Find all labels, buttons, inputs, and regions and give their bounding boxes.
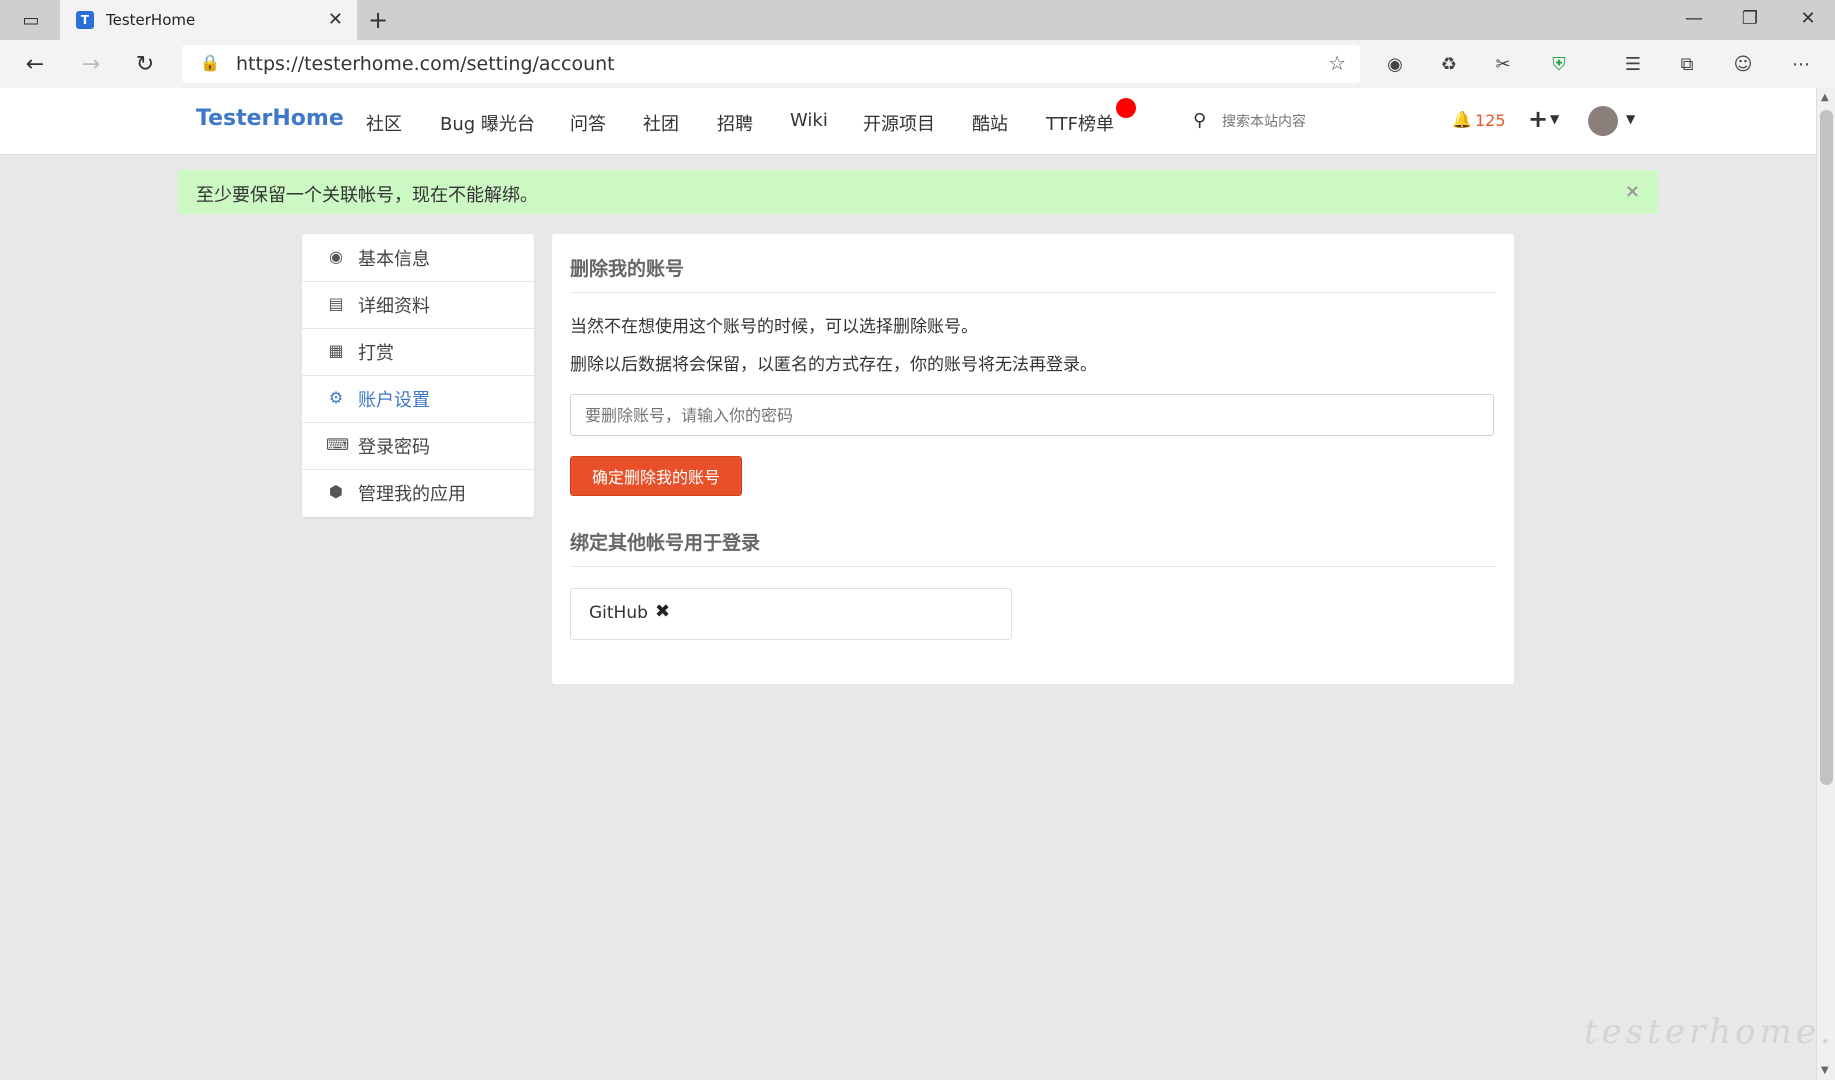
sidebar-item-apps[interactable]: ⬢ 管理我的应用 bbox=[302, 469, 534, 516]
favorite-star-icon[interactable]: ☆ bbox=[1328, 51, 1346, 75]
url-bar[interactable]: 🔒 https://testerhome.com/setting/account… bbox=[182, 45, 1360, 83]
sidebar-item-label: 管理我的应用 bbox=[358, 484, 466, 505]
alert-banner: 至少要保留一个关联帐号，现在不能解绑。 × bbox=[178, 170, 1658, 214]
account-settings-panel: 删除我的账号 当然不在想使用这个账号的时候，可以选择删除账号。 删除以后数据将会… bbox=[552, 234, 1514, 684]
confirm-delete-button[interactable]: 确定删除我的账号 bbox=[570, 456, 742, 496]
bell-icon[interactable]: 🔔 bbox=[1452, 110, 1472, 129]
delete-password-input[interactable] bbox=[570, 394, 1494, 436]
nav-groups[interactable]: 社团 bbox=[643, 110, 679, 136]
sidebar-item-label: 基本信息 bbox=[358, 249, 430, 270]
nav-ttf-ranking[interactable]: TTF榜单 bbox=[1046, 110, 1114, 136]
back-icon[interactable]: ← bbox=[18, 48, 52, 80]
site-brand[interactable]: TesterHome bbox=[196, 106, 344, 131]
sidebar-item-label: 打赏 bbox=[358, 343, 394, 364]
restore-icon[interactable]: ❐ bbox=[1730, 8, 1770, 29]
url-text[interactable]: https://testerhome.com/setting/account bbox=[236, 53, 615, 75]
more-menu-icon[interactable]: ⋯ bbox=[1788, 52, 1814, 76]
refresh-icon[interactable]: ↻ bbox=[128, 48, 162, 80]
scroll-up-icon[interactable]: ▲ bbox=[1821, 92, 1829, 103]
bound-account-name: GitHub bbox=[589, 603, 648, 623]
tab-actions-icon[interactable]: ▭ bbox=[14, 8, 48, 32]
scrollbar-thumb[interactable] bbox=[1820, 110, 1833, 785]
chevron-down-icon[interactable]: ▼ bbox=[1626, 112, 1635, 126]
sidebar-item-reward[interactable]: ▦ 打赏 bbox=[302, 328, 534, 376]
profile-icon[interactable]: ☺ bbox=[1730, 52, 1756, 76]
address-bar-row: ← → ↻ 🔒 https://testerhome.com/setting/a… bbox=[0, 40, 1835, 88]
favicon-icon: T bbox=[76, 11, 94, 29]
extension-recycle-icon[interactable]: ♻ bbox=[1436, 52, 1462, 76]
scroll-down-icon[interactable]: ▼ bbox=[1821, 1065, 1829, 1076]
collections-icon[interactable]: ⧉ bbox=[1674, 52, 1700, 76]
site-navbar: TesterHome 社区 Bug 曝光台 问答 社团 招聘 Wiki 开源项目… bbox=[0, 88, 1816, 155]
keyboard-icon: ⌨ bbox=[326, 435, 350, 454]
cube-icon: ⬢ bbox=[329, 482, 343, 501]
avatar[interactable] bbox=[1588, 106, 1618, 136]
bind-accounts-title: 绑定其他帐号用于登录 bbox=[570, 532, 761, 554]
create-plus-icon[interactable]: + bbox=[1528, 105, 1548, 133]
nav-qa[interactable]: 问答 bbox=[570, 110, 606, 136]
site-search-input[interactable] bbox=[1220, 108, 1424, 134]
sidebar-item-label: 账户设置 bbox=[358, 390, 430, 411]
sidebar-item-password[interactable]: ⌨ 登录密码 bbox=[302, 422, 534, 470]
nav-wiki[interactable]: Wiki bbox=[790, 110, 828, 131]
new-badge-dot bbox=[1116, 98, 1136, 118]
nav-jobs[interactable]: 招聘 bbox=[717, 110, 753, 136]
notification-count[interactable]: 125 bbox=[1475, 111, 1506, 130]
sidebar-item-label: 详细资料 bbox=[358, 296, 430, 317]
chevron-down-icon[interactable]: ▼ bbox=[1550, 112, 1559, 126]
tab-title: TesterHome bbox=[106, 11, 196, 29]
close-tab-icon[interactable]: ✕ bbox=[328, 9, 343, 30]
sidebar-item-basic-info[interactable]: ◉ 基本信息 bbox=[302, 234, 534, 282]
id-card-icon: ▤ bbox=[328, 294, 344, 313]
extension-shield-icon[interactable]: ⛨ bbox=[1546, 52, 1572, 76]
divider bbox=[570, 566, 1496, 567]
divider bbox=[570, 292, 1496, 293]
user-circle-icon: ◉ bbox=[329, 247, 343, 266]
alert-message: 至少要保留一个关联帐号，现在不能解绑。 bbox=[196, 185, 538, 206]
gear-icon: ⚙ bbox=[328, 388, 344, 407]
search-icon[interactable]: ⚲ bbox=[1193, 110, 1206, 131]
tab-bar: ▭ T TesterHome ✕ + — ❐ ✕ bbox=[0, 0, 1835, 40]
window-close-icon[interactable]: ✕ bbox=[1788, 8, 1828, 29]
page-scrollbar[interactable]: ▲ ▼ bbox=[1816, 88, 1835, 1080]
bound-account-github: GitHub ✖ bbox=[570, 588, 1012, 640]
sidebar-item-label: 登录密码 bbox=[358, 437, 430, 458]
sidebar-item-account-settings[interactable]: ⚙ 账户设置 bbox=[302, 375, 534, 423]
nav-cool-sites[interactable]: 酷站 bbox=[972, 110, 1008, 136]
alert-close-icon[interactable]: × bbox=[1625, 181, 1640, 202]
settings-sidebar: ◉ 基本信息 ▤ 详细资料 ▦ 打赏 ⚙ 账户设置 ⌨ 登录密码 ⬢ 管理我的应… bbox=[302, 234, 534, 517]
nav-community[interactable]: 社区 bbox=[366, 110, 402, 136]
new-tab-icon[interactable]: + bbox=[368, 6, 388, 34]
extension-eyes-icon[interactable]: ◉ bbox=[1382, 52, 1408, 76]
delete-desc-1: 当然不在想使用这个账号的时候，可以选择删除账号。 bbox=[570, 317, 978, 337]
nav-opensource[interactable]: 开源项目 bbox=[863, 110, 935, 136]
minimize-icon[interactable]: — bbox=[1674, 8, 1714, 29]
extension-scissors-icon[interactable]: ✂ bbox=[1490, 52, 1516, 76]
qrcode-icon: ▦ bbox=[328, 341, 344, 360]
delete-account-title: 删除我的账号 bbox=[570, 258, 685, 280]
favorites-icon[interactable]: ☰ bbox=[1620, 52, 1646, 76]
browser-tab[interactable]: T TesterHome ✕ bbox=[60, 0, 357, 40]
sidebar-item-profile[interactable]: ▤ 详细资料 bbox=[302, 281, 534, 329]
forward-icon[interactable]: → bbox=[74, 48, 108, 80]
lock-icon: 🔒 bbox=[200, 53, 220, 72]
delete-desc-2: 删除以后数据将会保留，以匿名的方式存在，你的账号将无法再登录。 bbox=[570, 355, 1097, 375]
watermark: testerhome.com bbox=[1584, 1012, 1835, 1052]
browser-chrome: ▭ T TesterHome ✕ + — ❐ ✕ ← → ↻ 🔒 https:/… bbox=[0, 0, 1835, 89]
unbind-close-icon[interactable]: ✖ bbox=[655, 601, 670, 622]
nav-bug-exposure[interactable]: Bug 曝光台 bbox=[440, 110, 535, 136]
